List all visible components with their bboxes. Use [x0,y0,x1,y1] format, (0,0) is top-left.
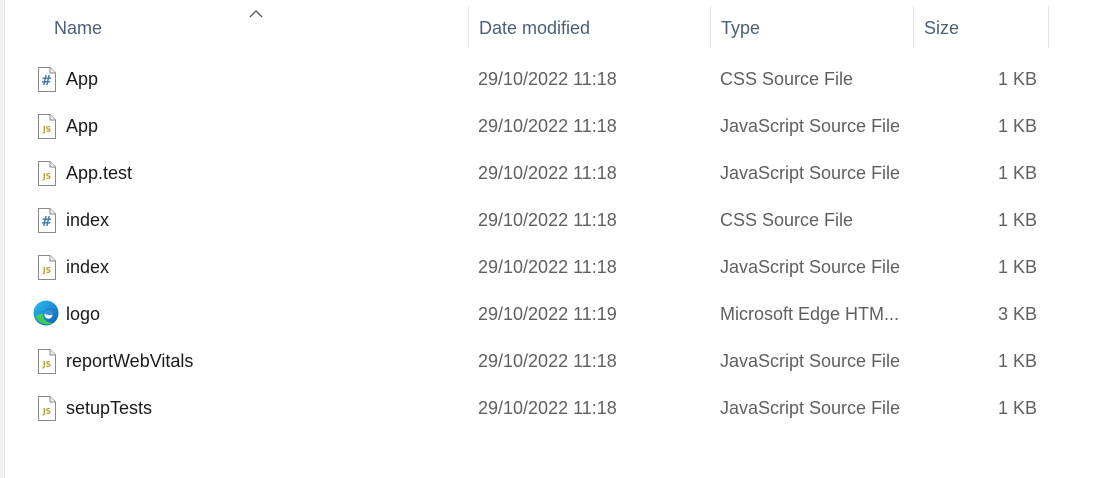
edge-browser-icon [33,300,59,327]
file-size: 1 KB [997,210,1037,230]
js-file-icon: JS [37,161,57,186]
file-type: JavaScript Source File [720,351,901,371]
file-size: 1 KB [997,116,1037,136]
column-header-name[interactable]: Name [54,6,464,48]
file-size: 1 KB [997,69,1037,89]
js-file-icon: JS [37,396,57,421]
file-size: 1 KB [997,163,1037,183]
css-file-icon: # [37,67,57,92]
svg-text:JS: JS [42,125,51,134]
file-name: App [66,116,99,136]
file-date-modified: 29/10/2022 11:18 [478,69,617,89]
file-date-modified: 29/10/2022 11:18 [478,398,617,418]
file-date-modified: 29/10/2022 11:19 [478,304,617,324]
svg-text:JS: JS [42,172,51,181]
file-name: App [66,69,99,89]
column-header-date-modified[interactable]: Date modified [468,6,708,48]
file-size: 1 KB [997,398,1037,418]
svg-text:#: # [41,215,52,230]
file-type: Microsoft Edge HTM... [720,304,900,324]
file-name: index [66,257,110,277]
file-name: App.test [66,163,133,183]
column-header-bar: Name Date modified Type Size [0,6,1120,48]
file-row[interactable]: JS App.test 29/10/2022 11:18 JavaScript So… [0,150,1060,197]
file-date-modified: 29/10/2022 11:18 [478,210,617,230]
file-row[interactable]: JS setupTests 29/10/2022 11:18 JavaScript … [0,385,1060,432]
file-size: 3 KB [997,304,1037,324]
file-row[interactable]: # App 29/10/2022 11:18 CSS Source File 1 KB [0,56,1060,103]
svg-text:JS: JS [42,407,51,416]
file-type: JavaScript Source File [720,163,901,183]
file-date-modified: 29/10/2022 11:18 [478,351,617,371]
file-name: index [66,210,110,230]
file-name: reportWebVitals [66,351,194,371]
svg-text:JS: JS [42,266,51,275]
css-file-icon: # [37,208,57,233]
file-type: JavaScript Source File [720,116,901,136]
file-row[interactable]: JS App 29/10/2022 11:18 JavaScript Source … [0,103,1060,150]
file-row[interactable]: JS reportWebVitals 29/10/2022 11:18 JavaSc… [0,338,1060,385]
column-header-size[interactable]: Size [913,6,1049,48]
column-header-type[interactable]: Type [710,6,912,48]
file-type: CSS Source File [720,210,854,230]
file-list: # App 29/10/2022 11:18 CSS Source File 1 KB… [0,56,1060,432]
file-type: CSS Source File [720,69,854,89]
file-name: setupTests [66,398,153,418]
file-explorer-details-view: Name Date modified Type Size # App 29/10/… [0,0,1120,478]
file-row[interactable]: # index 29/10/2022 11:18 CSS Source File 1 … [0,197,1060,244]
js-file-icon: JS [37,114,57,139]
file-size: 1 KB [997,257,1037,277]
file-date-modified: 29/10/2022 11:18 [478,116,617,136]
svg-text:JS: JS [42,360,51,369]
file-row[interactable]: logo 29/10/2022 11:19 Microsoft Edge HTM..… [0,291,1060,338]
file-date-modified: 29/10/2022 11:18 [478,257,617,277]
file-size: 1 KB [997,351,1037,371]
file-name: logo [66,304,101,324]
file-row[interactable]: JS index 29/10/2022 11:18 JavaScript Sourc… [0,244,1060,291]
js-file-icon: JS [37,255,57,280]
file-date-modified: 29/10/2022 11:18 [478,163,617,183]
js-file-icon: JS [37,349,57,374]
file-type: JavaScript Source File [720,398,901,418]
file-type: JavaScript Source File [720,257,901,277]
svg-text:#: # [41,74,52,89]
